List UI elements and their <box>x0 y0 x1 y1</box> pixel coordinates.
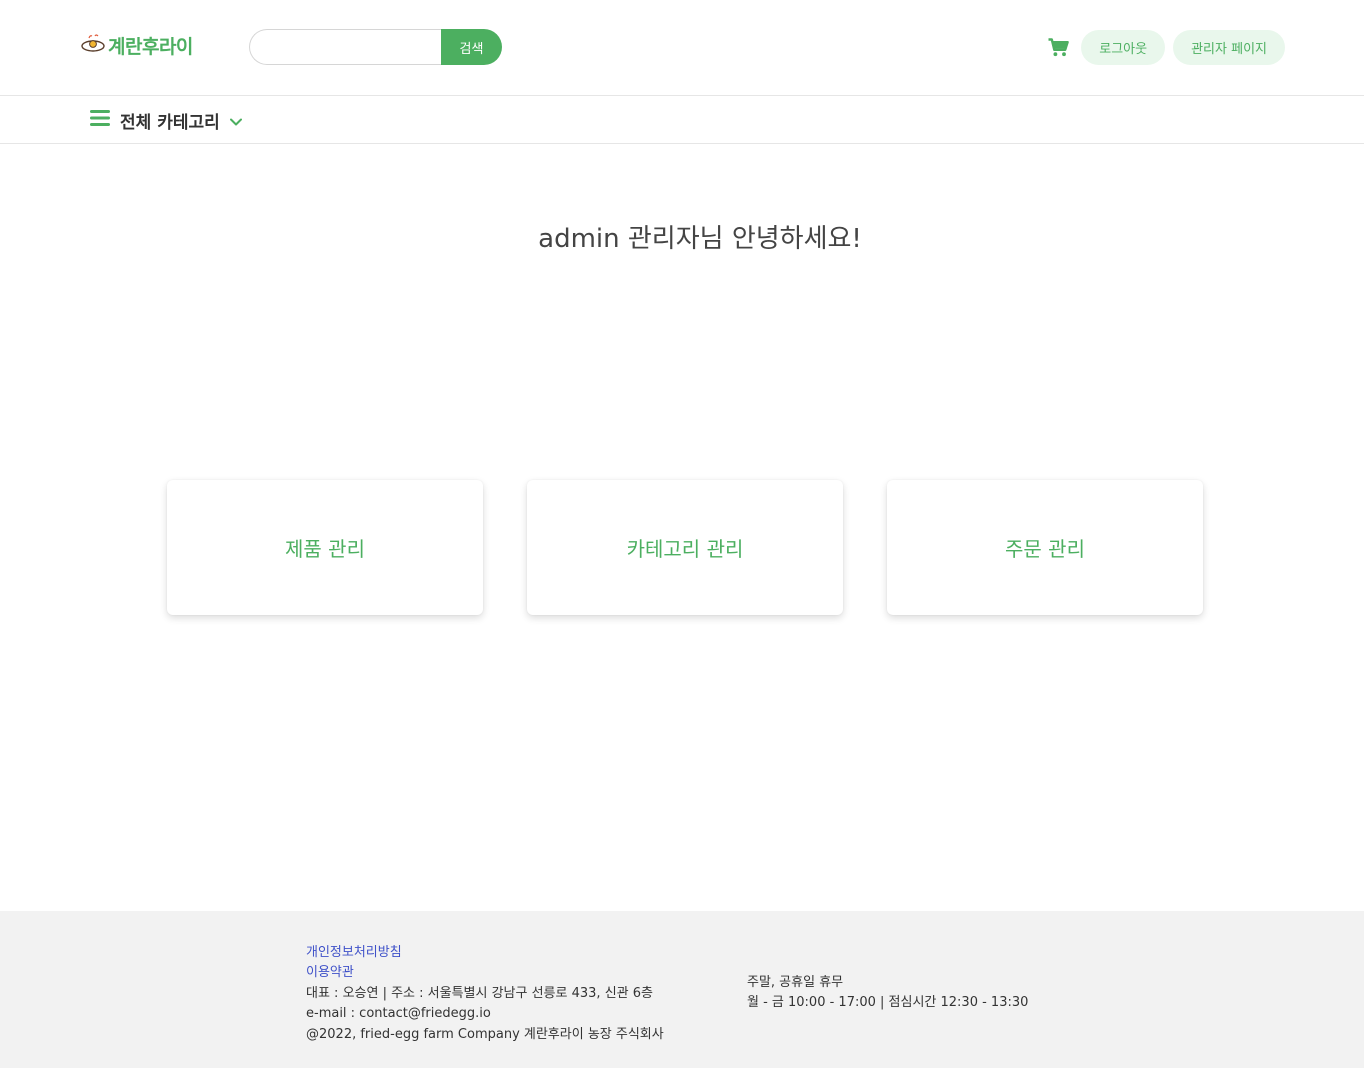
search-bar: 검색 <box>249 29 502 65</box>
terms-link[interactable]: 이용약관 <box>306 963 664 983</box>
email-info: e-mail : contact@friedegg.io <box>306 1006 491 1022</box>
shopping-cart-icon[interactable] <box>1047 36 1069 58</box>
office-hours: 월 - 금 10:00 - 17:00 | 점심시간 12:30 - 13:30 <box>747 995 1029 1011</box>
all-categories-label: 전체 카테고리 <box>120 112 220 133</box>
all-categories-menu[interactable]: 전체 카테고리 <box>90 108 242 133</box>
order-management-card[interactable]: 주문 관리 <box>887 480 1203 615</box>
category-bar: 전체 카테고리 <box>0 96 1364 144</box>
card-label: 주문 관리 <box>1005 537 1085 561</box>
business-hours: 주말, 공휴일 휴무 월 - 금 10:00 - 17:00 | 점심시간 12… <box>747 973 1028 1014</box>
company-info: 대표 : 오승연 | 주소 : 서울특별시 강남구 선릉로 433, 신관 6층 <box>306 985 653 1001</box>
category-management-card[interactable]: 카테고리 관리 <box>527 480 843 615</box>
holiday-notice: 주말, 공휴일 휴무 <box>747 975 844 990</box>
chevron-down-icon <box>229 111 242 130</box>
logo-text: 계란후라이 <box>108 35 193 58</box>
greeting-text: admin 관리자님 안녕하세요! <box>538 224 862 254</box>
header-actions: 로그아웃 관리자 페이지 <box>1047 29 1285 65</box>
search-button[interactable]: 검색 <box>441 29 502 65</box>
copyright: @2022, fried-egg farm Company 계란후라이 농장 주… <box>306 1026 664 1042</box>
footer-info: 개인정보처리방침 이용약관 대표 : 오승연 | 주소 : 서울특별시 강남구 … <box>306 943 664 1045</box>
card-label: 제품 관리 <box>285 537 365 561</box>
footer: 개인정보처리방침 이용약관 대표 : 오승연 | 주소 : 서울특별시 강남구 … <box>0 911 1364 1068</box>
card-label: 카테고리 관리 <box>626 537 744 561</box>
hamburger-icon <box>90 109 110 131</box>
product-management-card[interactable]: 제품 관리 <box>167 480 483 615</box>
logo[interactable]: 계란후라이 <box>80 30 193 60</box>
admin-page-button[interactable]: 관리자 페이지 <box>1173 29 1285 65</box>
fried-egg-icon <box>80 32 106 58</box>
logout-button[interactable]: 로그아웃 <box>1081 29 1166 65</box>
search-input[interactable] <box>249 29 441 65</box>
header: 계란후라이 검색 로그아웃 관리자 페이지 <box>0 0 1364 96</box>
privacy-policy-link[interactable]: 개인정보처리방침 <box>306 943 664 963</box>
